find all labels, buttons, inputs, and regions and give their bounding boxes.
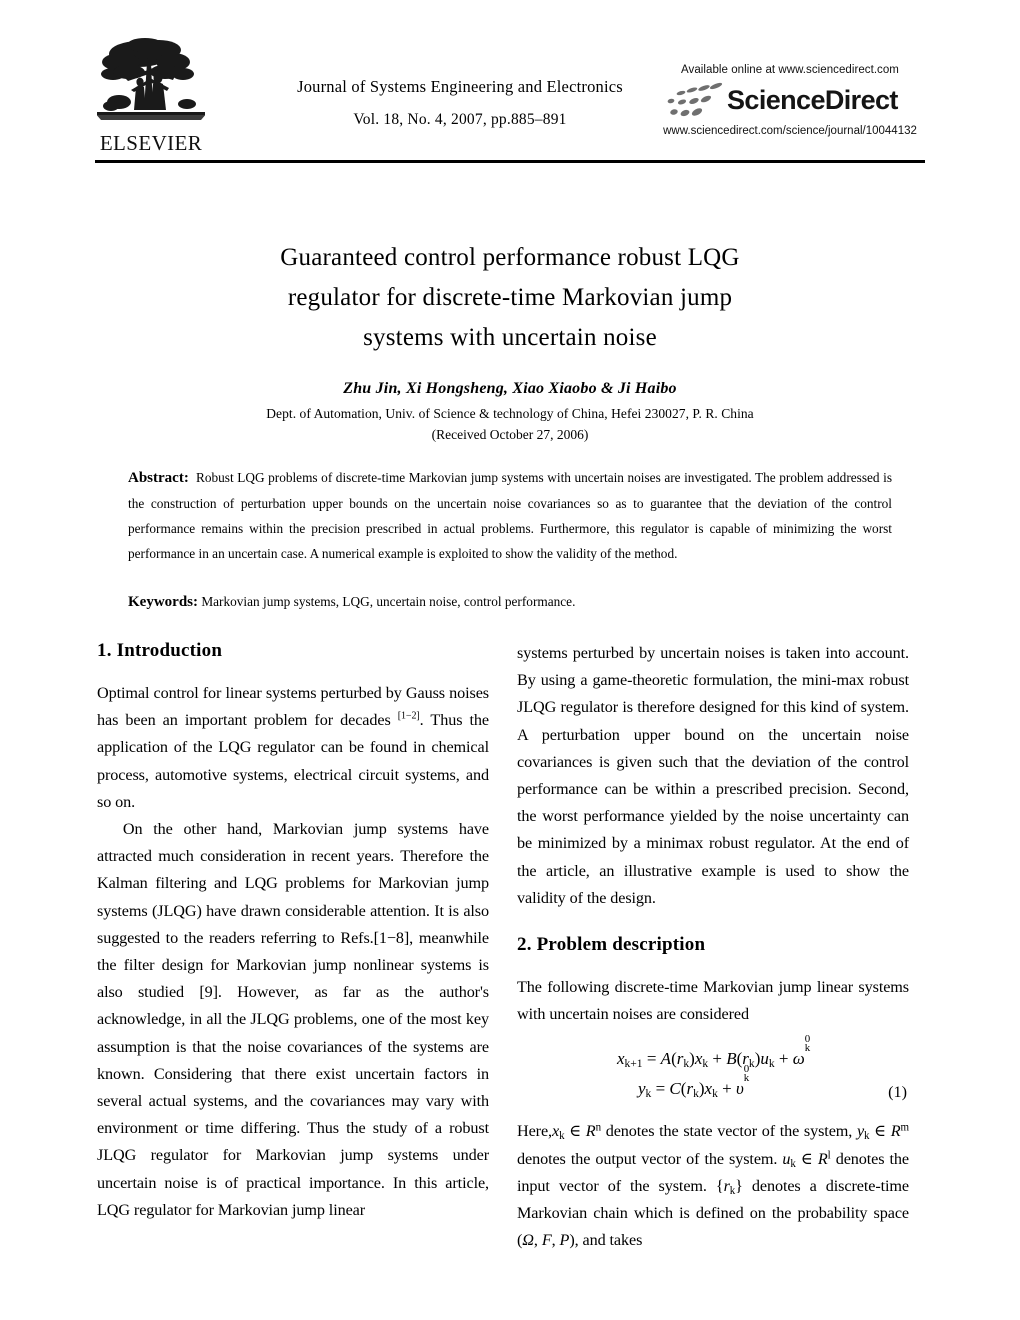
section-heading-introduction: 1. Introduction bbox=[97, 640, 223, 661]
elsevier-wordmark: ELSEVIER bbox=[99, 131, 203, 155]
paper-page: ELSEVIER Journal of Systems Engineering … bbox=[0, 0, 1020, 1320]
notation-paragraph: Here,xk ∈ Rn denotes the state vector of… bbox=[517, 1121, 909, 1250]
problem-description-intro: The following discrete-time Markovian ju… bbox=[517, 978, 909, 1024]
sciencedirect-swoosh-icon bbox=[667, 82, 723, 117]
available-online-text: Available online at www.sciencedirect.co… bbox=[681, 64, 899, 76]
title-line-3: systems with uncertain noise bbox=[363, 324, 657, 351]
keywords-label: Keywords: bbox=[128, 594, 198, 611]
abstract-text: Robust LQG problems of discrete-time Mar… bbox=[128, 470, 892, 562]
intro-paragraph-1: Optimal control for linear systems pertu… bbox=[97, 680, 489, 816]
elsevier-tree-logo: ELSEVIER bbox=[95, 32, 207, 154]
sciencedirect-wordmark: ScienceDirect bbox=[727, 85, 898, 115]
journal-title: Journal of Systems Engineering and Elect… bbox=[297, 77, 623, 96]
title-line-1: Guaranteed control performance robust LQ… bbox=[280, 244, 740, 271]
masthead: ELSEVIER Journal of Systems Engineering … bbox=[95, 32, 925, 157]
right-column: systems perturbed by uncertain noises is… bbox=[517, 640, 909, 1254]
equation-1-line-1: xk+1 = A(rk)xk + B(rk)uk + ω0k bbox=[616, 1032, 811, 1071]
sciencedirect-block: Available online at www.sciencedirect.co… bbox=[655, 64, 925, 137]
title-line-2: regulator for discrete-time Markovian ju… bbox=[287, 284, 733, 311]
sciencedirect-url[interactable]: www.sciencedirect.com/science/journal/10… bbox=[655, 125, 925, 137]
intro-paragraph-2-continued: systems perturbed by uncertain noises is… bbox=[517, 644, 909, 907]
abstract-paragraph: Abstract: Robust LQG problems of discret… bbox=[128, 465, 892, 566]
equation-1-line-2: yk = C(rk)xk + υ0k bbox=[638, 1062, 750, 1101]
abstract-label: Abstract: bbox=[128, 470, 189, 487]
equation-1-number: (1) bbox=[888, 1083, 907, 1102]
author-list: Zhu Jin, Xi Hongsheng, Xiao Xiaobo & Ji … bbox=[343, 380, 677, 397]
affiliation: Dept. of Automation, Univ. of Science & … bbox=[266, 406, 754, 421]
title-block: Guaranteed control performance robust LQ… bbox=[160, 238, 860, 443]
keywords-paragraph: Keywords: Markovian jump systems, LQG, u… bbox=[128, 589, 892, 615]
abstract-block: Abstract: Robust LQG problems of discret… bbox=[128, 452, 892, 629]
masthead-divider bbox=[95, 160, 925, 163]
equation-1: xk+1 = A(rk)xk + B(rk)uk + ω0k yk = C(rk… bbox=[517, 1032, 909, 1104]
journal-issue: Vol. 18, No. 4, 2007, pp.885–891 bbox=[353, 111, 567, 128]
left-column: 1. Introduction Optimal control for line… bbox=[97, 640, 489, 1224]
page-title: Guaranteed control performance robust LQ… bbox=[160, 238, 860, 358]
section-heading-problem-description: 2. Problem description bbox=[517, 934, 706, 956]
citation-ref-1-2[interactable]: [1−2] bbox=[398, 711, 420, 722]
intro-paragraph-2: On the other hand, Markovian jump system… bbox=[97, 820, 489, 1219]
keywords-text: Markovian jump systems, LQG, uncertain n… bbox=[201, 594, 576, 610]
journal-info: Journal of Systems Engineering and Elect… bbox=[275, 77, 645, 129]
received-date: (Received October 27, 2006) bbox=[431, 427, 589, 442]
